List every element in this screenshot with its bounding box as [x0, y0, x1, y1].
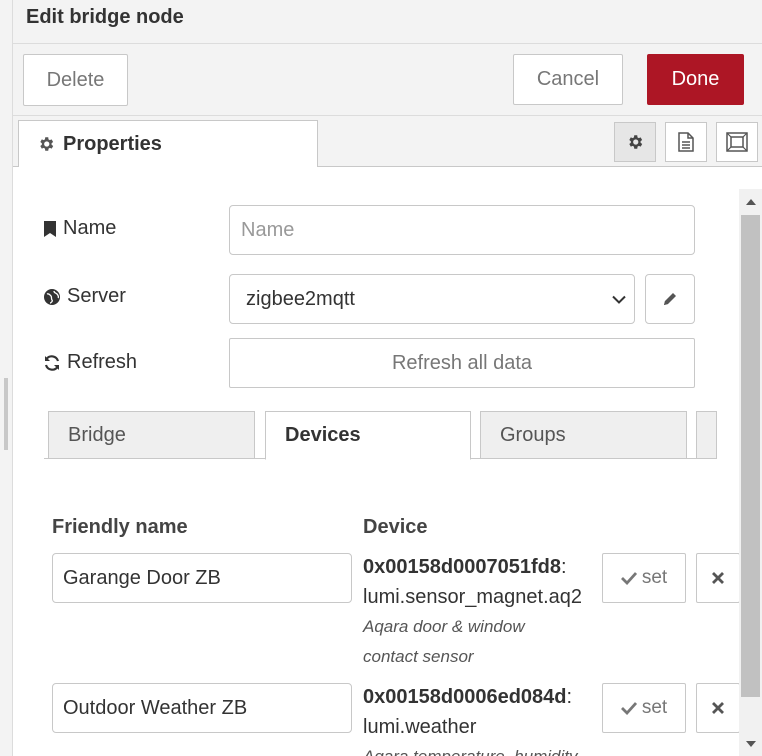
- device-info: 0x00158d0006ed084d: lumi.weather Aqara t…: [363, 682, 603, 756]
- chevron-down-icon: [612, 288, 626, 311]
- tab-properties-label: Properties: [63, 132, 162, 155]
- appearance-frame-icon: [726, 132, 748, 152]
- server-select-value: zigbee2mqtt: [246, 287, 355, 310]
- tab-bar: Properties: [13, 116, 762, 168]
- tray-header: Edit bridge node: [13, 0, 762, 44]
- vertical-scrollbar[interactable]: [739, 189, 762, 756]
- tab-overflow[interactable]: [696, 411, 717, 459]
- device-model: lumi.sensor_magnet.aq2: [363, 586, 583, 608]
- refresh-all-data-button[interactable]: Refresh all data: [229, 338, 695, 388]
- refresh-label-text: Refresh: [67, 351, 138, 373]
- gear-icon: [37, 135, 55, 153]
- set-label: set: [641, 697, 668, 718]
- check-icon: [620, 701, 637, 715]
- node-settings-button[interactable]: [614, 122, 656, 162]
- page-title: Edit bridge node: [26, 6, 184, 28]
- refresh-icon: [43, 354, 61, 372]
- device-model: lumi.weather: [363, 716, 477, 738]
- scroll-down-icon[interactable]: [739, 732, 762, 756]
- cancel-button[interactable]: Cancel: [513, 54, 623, 105]
- set-name-button[interactable]: set: [602, 553, 686, 603]
- properties-content: Name Name Server zigbee2mqtt Refresh Ref…: [13, 167, 762, 756]
- name-label-text: Name: [63, 217, 117, 239]
- refresh-label: Refresh: [43, 351, 137, 374]
- friendly-name-input[interactable]: Outdoor Weather ZB: [52, 683, 352, 733]
- scrollbar-thumb[interactable]: [741, 215, 760, 697]
- remove-device-button[interactable]: [696, 683, 740, 733]
- name-label: Name: [43, 217, 116, 240]
- device-description-cont: contact sensor: [363, 647, 474, 666]
- node-description-button[interactable]: [665, 122, 707, 162]
- set-name-button[interactable]: set: [602, 683, 686, 733]
- column-header-device: Device: [363, 516, 428, 538]
- close-icon: [712, 702, 724, 714]
- tab-properties[interactable]: Properties: [18, 120, 318, 168]
- check-icon: [620, 571, 637, 585]
- tab-bridge[interactable]: Bridge: [48, 411, 255, 459]
- bookmark-icon: [43, 220, 57, 238]
- address-separator: :: [566, 686, 573, 708]
- device-description: Aqara temperature, humidity: [363, 742, 603, 756]
- edit-server-button[interactable]: [645, 274, 695, 324]
- scroll-up-icon[interactable]: [739, 189, 762, 213]
- column-header-friendly-name: Friendly name: [52, 516, 188, 538]
- left-gutter: [0, 0, 13, 756]
- editor-panel: Edit bridge node Delete Cancel Done Prop…: [0, 0, 762, 756]
- tab-groups[interactable]: Groups: [480, 411, 687, 459]
- address-separator: :: [560, 556, 567, 578]
- node-appearance-button[interactable]: [716, 122, 758, 162]
- friendly-name-input[interactable]: Garange Door ZB: [52, 553, 352, 603]
- device-address: 0x00158d0006ed084d: [363, 686, 567, 708]
- file-text-icon: [677, 132, 695, 152]
- bridge-tabs: Bridge Devices Groups: [44, 411, 717, 460]
- name-input-placeholder: Name: [241, 218, 295, 241]
- close-icon: [712, 572, 724, 584]
- pencil-icon: [662, 291, 678, 307]
- server-label-text: Server: [67, 285, 126, 307]
- device-address: 0x00158d0007051fd8: [363, 556, 561, 578]
- server-select[interactable]: zigbee2mqtt: [229, 274, 635, 324]
- remove-device-button[interactable]: [696, 553, 740, 603]
- set-label: set: [641, 567, 668, 588]
- device-description: Aqara door & window: [363, 617, 525, 636]
- gear-icon: [626, 133, 644, 151]
- resize-handle[interactable]: [4, 378, 8, 450]
- delete-button[interactable]: Delete: [23, 54, 128, 106]
- toolbar: Delete Cancel Done: [13, 44, 762, 116]
- done-button[interactable]: Done: [647, 54, 744, 105]
- name-input[interactable]: Name: [229, 205, 695, 255]
- server-label: Server: [43, 285, 126, 308]
- globe-icon: [43, 288, 61, 306]
- tab-devices[interactable]: Devices: [265, 411, 471, 460]
- device-info: 0x00158d0007051fd8: lumi.sensor_magnet.a…: [363, 552, 603, 672]
